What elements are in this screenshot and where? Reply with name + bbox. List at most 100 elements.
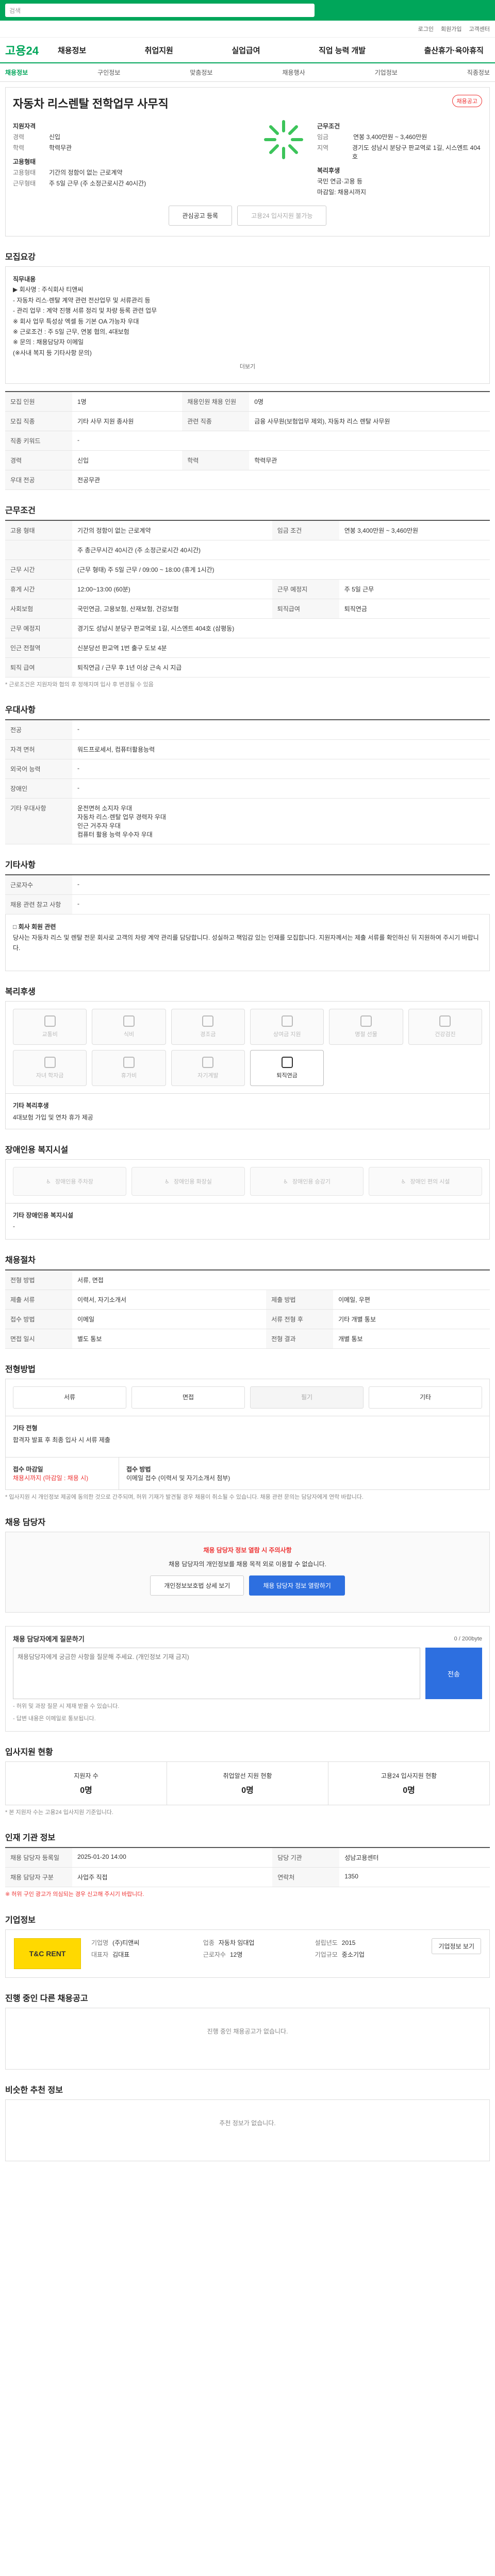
- table-value: 국민연금, 고용보험, 산재보험, 건강보험: [72, 599, 272, 619]
- login-link[interactable]: 로그인: [418, 25, 434, 33]
- manage-table: 채용 담당자 등록일 2025-01-20 14:00 담당 기관 성남고용센터 채용…: [5, 1847, 490, 1888]
- type-value: 기간의 정함이 없는 근로계약: [49, 169, 123, 176]
- site-logo[interactable]: 고용24: [5, 42, 52, 58]
- privacy-detail-button[interactable]: 개인정보보호법 상세 보기: [150, 1575, 244, 1596]
- section-title: 우대사항: [5, 706, 36, 715]
- disability-item: ♿ 장애인용 승강기: [250, 1167, 364, 1196]
- corp-key: 대표자: [91, 1951, 109, 1958]
- apply-deadline-value: 채용시까지 (마감일 : 채용 시): [13, 1474, 89, 1482]
- deadline-text: 마감일: 채용시까지: [317, 189, 366, 196]
- school-icon: [44, 1057, 56, 1069]
- table-value: 이메일: [72, 1309, 267, 1330]
- process-section: 채용절차 전형 방법 서류, 면접 제출 서류 이력서, 자기소개서 제출 방법 이메일…: [5, 1253, 490, 1349]
- job-header: 채용공고 자동차 리스렌탈 전학업무 사무직 지원자격 경력 신입 학력 학력무관 …: [5, 87, 490, 236]
- welfare-label: 자녀 학자금: [36, 1073, 64, 1079]
- qna-byte-count: 0 / 200byte: [454, 1635, 482, 1642]
- signup-link[interactable]: 회원가입: [441, 25, 461, 33]
- welfare-item: 명절 선물: [329, 1009, 403, 1045]
- parking-icon: ♿: [46, 1178, 51, 1185]
- desc-line: ※ 문의 : 채용담당자 이메일: [13, 338, 84, 346]
- lnb-events[interactable]: 채용행사: [282, 68, 305, 77]
- corp-value: 중소기업: [341, 1951, 365, 1958]
- corp-field: 대표자 김대표: [91, 1950, 198, 1959]
- lnb-jobs[interactable]: 채용정보: [5, 68, 28, 77]
- gift-icon: [202, 1015, 214, 1027]
- desc-line: - 자동차 리스·렌탈 계약 관련 전산업무 및 서류관리 등: [13, 296, 151, 304]
- search-input[interactable]: 검색: [5, 4, 315, 17]
- desc-line: ※ 근로조건 : 주 5일 근무, 연봉 협의, 4대보험: [13, 328, 129, 335]
- book-icon: [202, 1057, 214, 1069]
- worktype-value: 주 5일 근무 (주 소정근로시간 40시간): [49, 180, 146, 187]
- corp-field: 설립년도 2015: [315, 1938, 422, 1947]
- welfare-label: 교통비: [42, 1031, 58, 1038]
- qna-textarea[interactable]: [13, 1648, 420, 1700]
- table-value: 경기도 성남시 분당구 판교역로 1길, 시스엔트 404호 (삼평동): [72, 618, 490, 638]
- table-value: 개별 통보: [333, 1329, 490, 1349]
- process-table: 전형 방법 서류, 면접 제출 서류 이력서, 자기소개서 제출 방법 이메일, 우편 …: [5, 1269, 490, 1349]
- facility-icon: ♿: [401, 1178, 406, 1185]
- recruit-info-table: 모집 인원 1명 채용인원 채용 인원 0명 모집 직종 기타 사무 지원 종사원 관련 …: [5, 391, 490, 490]
- status-badge: 채용공고: [452, 95, 482, 107]
- disability-etc: 기타 장애인용 복지시설 -: [5, 1204, 490, 1240]
- apply-button[interactable]: 고용24 입사지원 불가능: [237, 206, 327, 226]
- qna-box: 채용 담당자에게 질문하기 0 / 200byte 전송 - 허위 및 과장 질…: [5, 1626, 490, 1732]
- gnb-support[interactable]: 취업지원: [139, 45, 179, 56]
- qna-section: 채용 담당자에게 질문하기 0 / 200byte 전송 - 허위 및 과장 질…: [5, 1626, 490, 1732]
- interest-button[interactable]: 관심공고 등록: [168, 206, 233, 226]
- gnb-jobs[interactable]: 채용정보: [52, 45, 92, 56]
- table-key: 채용 담당자 등록일: [5, 1848, 72, 1868]
- disability-grid: ♿ 장애인용 주차장 ♿ 장애인용 화장실 ♿ 장애인용 승강기 ♿ 장애인 편의 시설: [5, 1159, 490, 1204]
- corp-field: 기업규모 중소기업: [315, 1950, 422, 1959]
- lnb-custom[interactable]: 맞춤정보: [190, 68, 212, 77]
- education-key: 학력: [13, 144, 25, 151]
- corp-info-button[interactable]: 기업정보 보기: [432, 1938, 481, 1954]
- status-item: 고용24 입사지원 현황 0명: [328, 1762, 489, 1805]
- disability-etc-title: 기타 장애인용 복지시설: [13, 1212, 74, 1219]
- table-key: 모집 직종: [5, 411, 72, 431]
- bus-icon: [44, 1015, 56, 1027]
- welfare-label: 식비: [123, 1031, 135, 1038]
- section-title: 비슷한 추천 정보: [5, 2086, 63, 2095]
- lnb-occupation[interactable]: 직종정보: [467, 68, 490, 77]
- qna-send-button[interactable]: 전송: [425, 1648, 482, 1700]
- lnb-company[interactable]: 기업정보: [375, 68, 398, 77]
- status-item: 지원자 수 0명: [6, 1761, 167, 1805]
- disability-label: 장애인 편의 시설: [410, 1179, 450, 1185]
- corp-logo: T&C RENT: [14, 1938, 81, 1969]
- section-title: 기업정보: [5, 1916, 36, 1925]
- customer-center-link[interactable]: 고객센터: [469, 25, 490, 33]
- welfare-item: 교통비: [13, 1009, 87, 1045]
- table-key: 근무 예정지: [5, 618, 72, 638]
- welfare-section: 복리후생 교통비 식비 경조금 상여금 지원 명절 선물 건강검진 자녀 학자금…: [5, 985, 490, 1130]
- extra-table: 근로자수 - 채용 관련 참고 사항 -: [5, 874, 490, 915]
- corp-key: 기업명: [91, 1939, 109, 1946]
- section-title: 근무조건: [5, 506, 36, 515]
- gnb-leave[interactable]: 출산휴가·육아휴직: [418, 45, 490, 56]
- more-button[interactable]: 더보기: [13, 358, 482, 376]
- table-key: 자격 면허: [5, 739, 72, 760]
- table-key: 장애인: [5, 778, 72, 799]
- requirements-table: 전공 - 자격 면허 워드프로세서, 컴퓨터활용능력 외국어 능력 - 장애인 - 기타…: [5, 719, 490, 845]
- table-value: 별도 통보: [72, 1329, 267, 1349]
- disability-item: ♿ 장애인용 주차장: [13, 1167, 126, 1196]
- gnb-benefit[interactable]: 실업급여: [225, 45, 266, 56]
- corp-key: 근로자수: [203, 1951, 226, 1958]
- contact-box: 채용 담당자 정보 열람 시 주의사항 채용 담당자의 개인정보를 채용 목적 …: [5, 1532, 490, 1613]
- gnb-training[interactable]: 직업 능력 개발: [312, 45, 372, 56]
- table-key: 전공: [5, 720, 72, 740]
- disability-section: 장애인용 복지시설 ♿ 장애인용 주차장 ♿ 장애인용 화장실 ♿ 장애인용 승강기 …: [5, 1143, 490, 1240]
- lnb-offers[interactable]: 구인정보: [97, 68, 120, 77]
- region-value: 경기도 성남시 분당구 판교역로 1길, 시스엔트 404호: [352, 144, 481, 160]
- manage-section: 인재 기관 정보 채용 담당자 등록일 2025-01-20 14:00 담당 기관…: [5, 1831, 490, 1900]
- welfare-label: 명절 선물: [355, 1031, 377, 1038]
- table-value: 이력서, 자기소개서: [72, 1290, 267, 1310]
- section-title: 진행 중인 다른 채용공고: [5, 1994, 88, 2003]
- table-value: 전공무관: [72, 470, 490, 490]
- type-key: 고용형태: [13, 169, 36, 176]
- table-value: 학력무관: [249, 450, 490, 470]
- section-title: 인재 기관 정보: [5, 1834, 56, 1843]
- worktype-key: 근무형태: [13, 180, 36, 187]
- table-key: 접수 방법: [5, 1309, 72, 1330]
- view-contact-button[interactable]: 채용 담당자 정보 열람하기: [249, 1575, 345, 1596]
- table-key: 퇴직 급여: [5, 657, 72, 677]
